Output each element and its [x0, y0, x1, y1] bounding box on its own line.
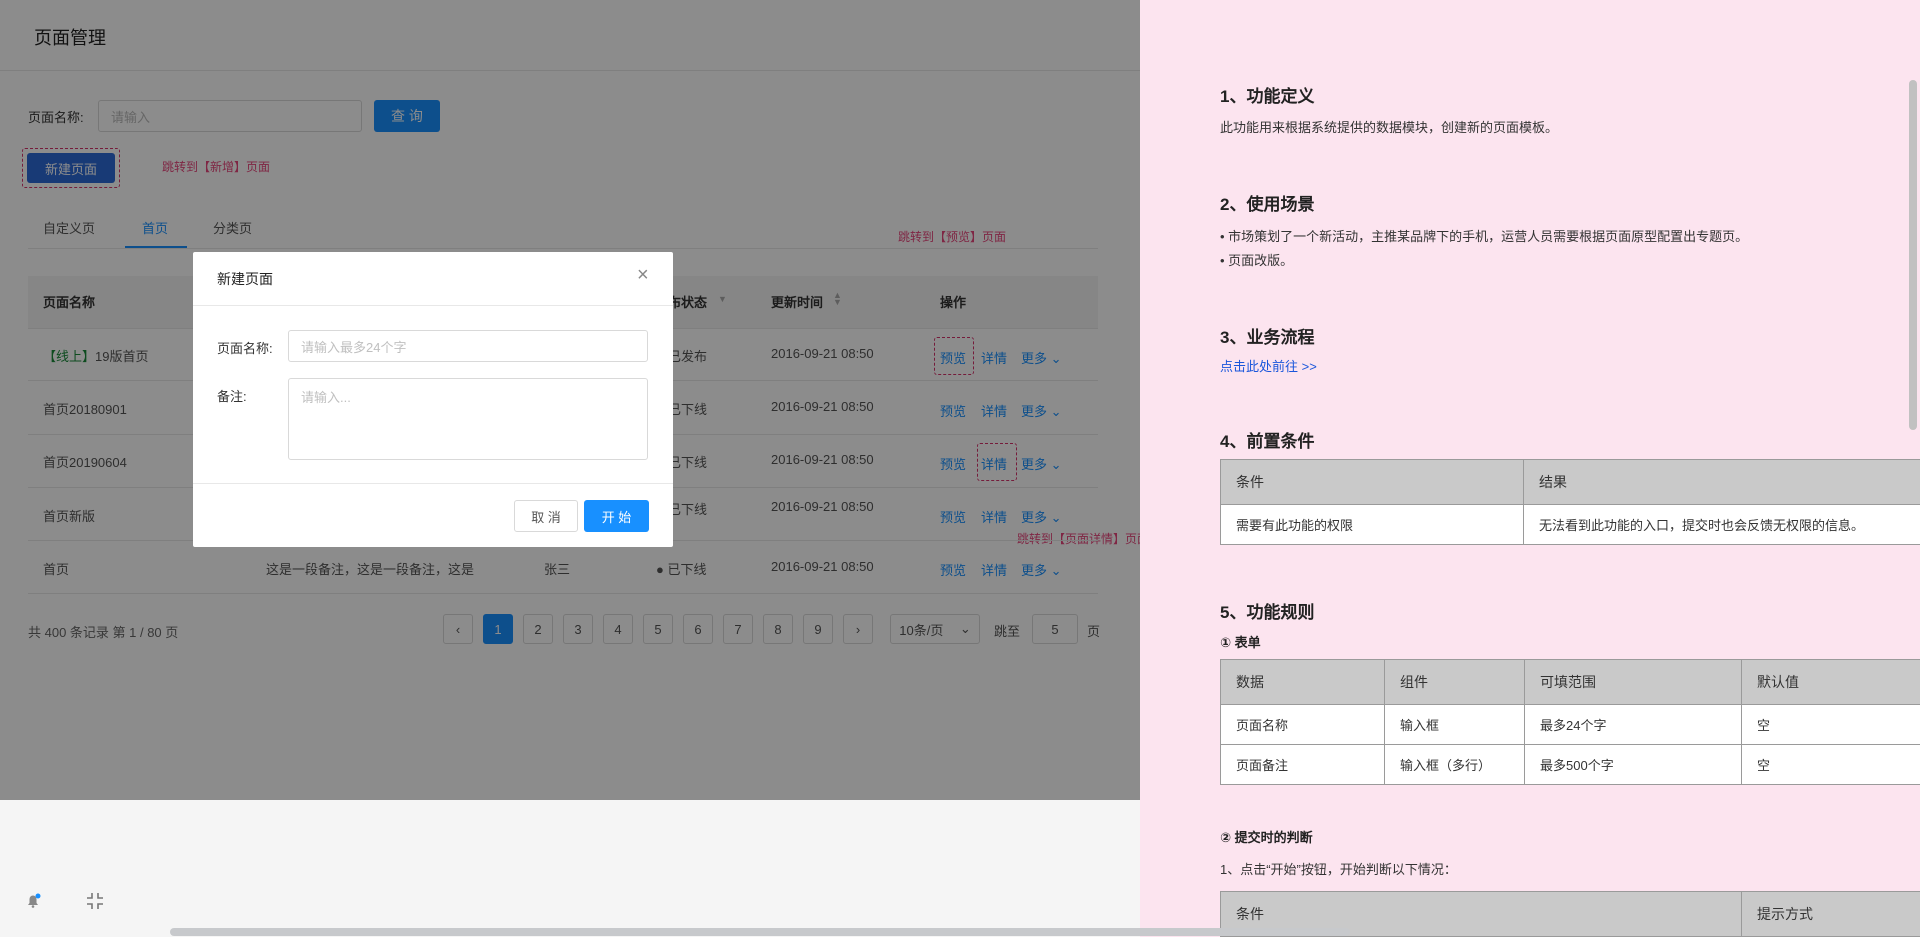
- modal-note-textarea[interactable]: 请输入...: [288, 378, 648, 460]
- table-cell: 空: [1741, 744, 1920, 785]
- section-1-text: 此功能用来根据系统提供的数据模块，创建新的页面模板。: [1220, 120, 1559, 135]
- section-2-item: • 页面改版。: [1220, 253, 1294, 268]
- collapse-icon[interactable]: [86, 892, 104, 910]
- table-header-cell: 默认值: [1741, 659, 1920, 705]
- form-rules-table: 数据 组件 可填范围 默认值 页面名称 输入框 最多24个字空 页面备注 输入框（多行） 最多…: [1220, 659, 1920, 785]
- section-2-title: 2、使用场景: [1220, 195, 1315, 214]
- modal-title: 新建页面: [217, 271, 273, 287]
- vertical-scrollbar[interactable]: [1909, 80, 1917, 430]
- new-page-modal: 新建页面 × 页面名称: 请输入最多24个字 备注: 请输入... 取 消 开 …: [193, 252, 673, 547]
- section-3-title: 3、业务流程: [1220, 328, 1315, 347]
- section-4-title: 4、前置条件: [1220, 432, 1315, 451]
- cancel-button[interactable]: 取 消: [514, 500, 578, 532]
- table-row: 需要有此功能的权限 无法看到此功能的入口，提交时也会反馈无权限的信息。: [1220, 504, 1920, 545]
- table-row: 页面名称 输入框 最多24个字空: [1220, 704, 1920, 745]
- bell-icon[interactable]: [25, 893, 41, 908]
- table-header-cell: 条件: [1220, 459, 1524, 505]
- start-button[interactable]: 开 始: [584, 500, 649, 532]
- table-header-cell: 数据: [1220, 659, 1385, 705]
- table-cell: 最多24个字: [1524, 704, 1742, 745]
- horizontal-scrollbar[interactable]: [170, 928, 1350, 936]
- section-1-title: 1、功能定义: [1220, 87, 1315, 106]
- table-cell: 最多500个字: [1524, 744, 1742, 785]
- table-cell: 输入框: [1384, 704, 1525, 745]
- table-cell: 输入框（多行）: [1384, 744, 1525, 785]
- table-row: 页面备注 输入框（多行） 最多500个字空: [1220, 744, 1920, 785]
- table-cell: 页面名称: [1220, 704, 1385, 745]
- section-5-sub2: ② 提交时的判断: [1220, 830, 1313, 845]
- table-cell: 无法看到此功能的入口，提交时也会反馈无权限的信息。: [1523, 504, 1920, 545]
- section-5-text2: 1、点击“开始”按钮，开始判断以下情况：: [1220, 862, 1457, 877]
- table-cell: 页面备注: [1220, 744, 1385, 785]
- section-5-title: 5、功能规则: [1220, 603, 1315, 622]
- modal-footer-divider: [193, 483, 673, 484]
- prototype-canvas: 页面管理 页面名称: 请输入 查 询 新建页面 跳转到【新增】页面 自定义页 首…: [0, 0, 1140, 800]
- modal-name-label: 页面名称:: [217, 341, 273, 356]
- table-cell: 空: [1741, 704, 1920, 745]
- section-5-sub1: ① 表单: [1220, 635, 1261, 650]
- modal-name-input[interactable]: 请输入最多24个字: [288, 330, 648, 362]
- table-header-cell: 提示方式: [1741, 891, 1920, 937]
- close-icon[interactable]: ×: [637, 264, 649, 287]
- precondition-table: 条件 结果 需要有此功能的权限 无法看到此功能的入口，提交时也会反馈无权限的信息。: [1220, 459, 1920, 545]
- table-cell: 需要有此功能的权限: [1220, 504, 1524, 545]
- table-header-cell: 组件: [1384, 659, 1525, 705]
- table-header-cell: 可填范围: [1524, 659, 1742, 705]
- spec-document: 1、功能定义 此功能用来根据系统提供的数据模块，创建新的页面模板。 2、使用场景…: [1140, 0, 1920, 937]
- modal-divider: [193, 305, 673, 306]
- process-link[interactable]: 点击此处前往 >>: [1220, 356, 1317, 375]
- modal-note-label: 备注:: [217, 389, 247, 404]
- section-2-item: • 市场策划了一个新活动，主推某品牌下的手机，运营人员需要根据页面原型配置出专题…: [1220, 229, 1749, 244]
- table-header-cell: 结果: [1523, 459, 1920, 505]
